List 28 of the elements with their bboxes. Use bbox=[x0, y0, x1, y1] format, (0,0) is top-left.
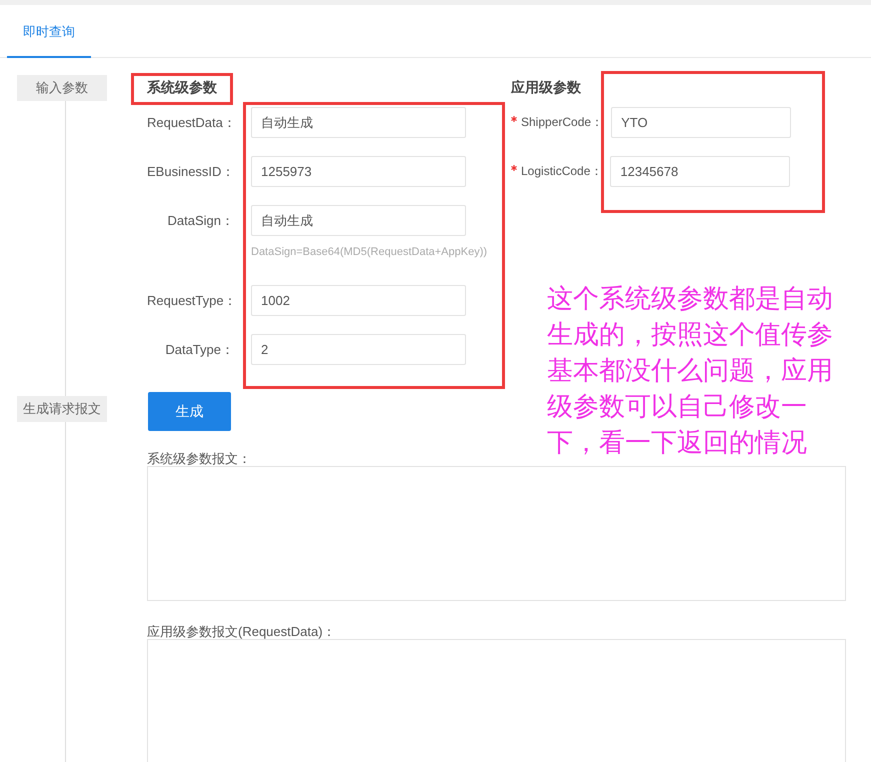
field-label: LogisticCode： bbox=[511, 163, 602, 180]
input-field[interactable]: 自动生成 bbox=[251, 107, 466, 138]
required-icon bbox=[511, 116, 517, 122]
input-field[interactable]: YTO bbox=[611, 107, 792, 138]
output-textarea[interactable] bbox=[147, 639, 846, 762]
field-label: RequestType： bbox=[147, 292, 234, 310]
section-heading: 系统级参数 bbox=[147, 79, 217, 95]
field-label: DataSign： bbox=[166, 212, 234, 230]
generate-button[interactable]: 生成 bbox=[148, 392, 231, 431]
field-label: DataType： bbox=[164, 340, 234, 358]
output-label: 应用级参数报文(RequestData)： bbox=[147, 624, 336, 639]
field-hint: DataSign=Base64(MD5(RequestData+AppKey)) bbox=[251, 246, 488, 258]
tab[interactable]: 即时查询 bbox=[7, 5, 91, 58]
section-heading: 应用级参数 bbox=[511, 79, 581, 95]
input-field[interactable]: 2 bbox=[251, 334, 466, 365]
input-field[interactable]: 1255973 bbox=[251, 156, 466, 187]
output-label: 系统级参数报文： bbox=[147, 451, 251, 466]
step-label: 输入参数 bbox=[17, 75, 107, 101]
required-icon bbox=[511, 165, 517, 171]
annotation-text: 这个系统级参数都是自动 生成的，按照这个值传参 基本都没什么问题，应用 级参数可以自己修改一 下，看一下返回的情况 bbox=[547, 282, 833, 459]
field-label: ShipperCode： bbox=[511, 114, 604, 131]
field-label: EBusinessID： bbox=[147, 162, 234, 180]
output-textarea[interactable] bbox=[147, 466, 846, 601]
input-field[interactable]: 1002 bbox=[251, 285, 466, 316]
field-label: RequestData： bbox=[147, 114, 234, 132]
step-label: 生成请求报文 bbox=[17, 396, 107, 422]
input-field[interactable]: 12345678 bbox=[610, 156, 790, 187]
input-field[interactable]: 自动生成 bbox=[251, 205, 466, 236]
